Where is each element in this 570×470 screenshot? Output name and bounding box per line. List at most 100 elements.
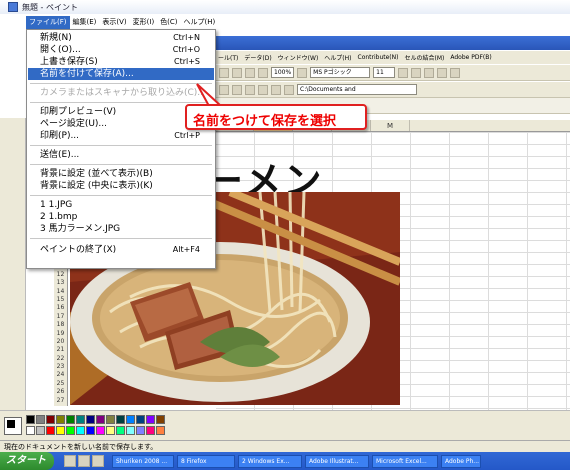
align-left-icon[interactable] bbox=[437, 67, 448, 78]
color-swatch[interactable] bbox=[86, 415, 95, 424]
color-swatch[interactable] bbox=[136, 426, 145, 435]
menu-item-new[interactable]: 新規(N) Ctrl+N bbox=[28, 32, 214, 44]
menu-item-label: ページ設定(U)... bbox=[40, 119, 108, 129]
color-swatch[interactable] bbox=[146, 426, 155, 435]
sort-asc-icon[interactable] bbox=[232, 67, 242, 78]
quicklaunch-icon[interactable] bbox=[64, 455, 76, 467]
color-swatch[interactable] bbox=[66, 426, 75, 435]
excel-title-bar bbox=[215, 36, 570, 50]
color-swatch[interactable] bbox=[46, 415, 55, 424]
help-icon[interactable] bbox=[297, 67, 308, 78]
taskbar-item[interactable]: 8 Firefox bbox=[177, 454, 235, 468]
bold-icon[interactable] bbox=[398, 67, 409, 78]
menu-item-label: 開く(O)... bbox=[40, 45, 81, 55]
color-swatch[interactable] bbox=[66, 415, 75, 424]
menu-edit[interactable]: 編集(E) bbox=[70, 16, 100, 29]
quicklaunch-icon[interactable] bbox=[78, 455, 90, 467]
menu-item-recent-1[interactable]: 1 1.JPG bbox=[28, 199, 214, 211]
foreground-color bbox=[7, 420, 15, 428]
color-swatch[interactable] bbox=[76, 415, 85, 424]
menu-view[interactable]: 表示(V) bbox=[99, 16, 129, 29]
row-numbers: 10 11 12 13 14 15 16 17 18 19 20 21 22 2… bbox=[54, 254, 68, 406]
color-swatch[interactable] bbox=[56, 415, 65, 424]
taskbar-item[interactable]: Adobe Illustrat... bbox=[305, 454, 369, 468]
menu-item-recent-3[interactable]: 3 馬力ラーメン.JPG bbox=[28, 223, 214, 235]
color-swatch[interactable] bbox=[126, 426, 135, 435]
callout-text: 名前をつけて保存を選択 bbox=[193, 114, 337, 129]
color-swatch[interactable] bbox=[56, 426, 65, 435]
sum-icon[interactable] bbox=[219, 67, 229, 78]
color-swatch[interactable] bbox=[136, 415, 145, 424]
color-swatch[interactable] bbox=[26, 426, 35, 435]
start-button[interactable]: スタート bbox=[0, 452, 54, 470]
excel-menu-help[interactable]: ヘルプ(H) bbox=[321, 53, 354, 62]
quicklaunch-icon[interactable] bbox=[92, 455, 104, 467]
address-field[interactable]: C:\Documents and bbox=[297, 84, 417, 95]
taskbar-item[interactable]: Adobe Ph... bbox=[441, 454, 481, 468]
color-swatch[interactable] bbox=[36, 426, 45, 435]
font-name-select[interactable]: MS Pゴシック bbox=[310, 67, 371, 78]
menu-separator bbox=[30, 164, 212, 165]
color-swatch[interactable] bbox=[96, 426, 105, 435]
excel-menu-window[interactable]: ウィンドウ(W) bbox=[275, 53, 322, 62]
column-header-m[interactable]: M bbox=[371, 120, 410, 131]
color-swatch[interactable] bbox=[96, 415, 105, 424]
color-swatch[interactable] bbox=[156, 426, 165, 435]
color-swatch[interactable] bbox=[146, 415, 155, 424]
favorites-icon[interactable] bbox=[284, 84, 294, 95]
menu-image[interactable]: 変形(I) bbox=[130, 16, 158, 29]
underline-icon[interactable] bbox=[424, 67, 435, 78]
menu-item-exit[interactable]: ペイントの終了(X) Alt+F4 bbox=[28, 244, 214, 256]
chart-icon[interactable] bbox=[258, 67, 268, 78]
menu-item-label: 背景に設定 (並べて表示)(B) bbox=[40, 169, 153, 179]
excel-menu-merge-cells[interactable]: セルの結合(M) bbox=[401, 53, 447, 62]
excel-menu-contribute[interactable]: Contribute(N) bbox=[355, 54, 402, 61]
menu-item-set-wallpaper-tiled[interactable]: 背景に設定 (並べて表示)(B) bbox=[28, 168, 214, 180]
menu-item-send[interactable]: 送信(E)... bbox=[28, 149, 214, 161]
menu-item-open[interactable]: 開く(O)... Ctrl+O bbox=[28, 44, 214, 56]
color-swatch[interactable] bbox=[156, 415, 165, 424]
color-swatch[interactable] bbox=[126, 415, 135, 424]
color-swatch[interactable] bbox=[106, 415, 115, 424]
taskbar-item[interactable]: 2 Windows Ex... bbox=[238, 454, 302, 468]
color-swatch[interactable] bbox=[36, 415, 45, 424]
refresh-icon[interactable] bbox=[258, 84, 268, 95]
home-icon[interactable] bbox=[271, 84, 281, 95]
stop-icon[interactable] bbox=[245, 84, 255, 95]
forward-icon[interactable] bbox=[232, 84, 242, 95]
menu-item-label: 2 1.bmp bbox=[40, 212, 78, 222]
taskbar: スタート Shuriken 2008 ... 8 Firefox 2 Windo… bbox=[0, 452, 570, 470]
menu-separator bbox=[30, 83, 212, 84]
sort-desc-icon[interactable] bbox=[245, 67, 255, 78]
excel-menu-data[interactable]: データ(D) bbox=[241, 53, 274, 62]
color-swatch[interactable] bbox=[76, 426, 85, 435]
excel-menu-adobe-pdf[interactable]: Adobe PDF(B) bbox=[447, 54, 494, 61]
menu-item-save[interactable]: 上書き保存(S) Ctrl+S bbox=[28, 56, 214, 68]
font-size-select[interactable]: 11 bbox=[373, 67, 396, 78]
row-number: 19 bbox=[56, 329, 65, 337]
menu-help[interactable]: ヘルプ(H) bbox=[181, 16, 219, 29]
current-colors[interactable] bbox=[4, 417, 22, 435]
menu-item-label: 3 馬力ラーメン.JPG bbox=[40, 224, 121, 234]
color-swatch[interactable] bbox=[106, 426, 115, 435]
color-swatch[interactable] bbox=[116, 415, 125, 424]
menu-item-save-as[interactable]: 名前を付けて保存(A)... bbox=[28, 68, 214, 80]
color-swatch[interactable] bbox=[86, 426, 95, 435]
taskbar-item[interactable]: Microsoft Excel... bbox=[372, 454, 438, 468]
row-number: 25 bbox=[56, 379, 65, 387]
menu-item-recent-2[interactable]: 2 1.bmp bbox=[28, 211, 214, 223]
menu-item-print[interactable]: 印刷(P)... Ctrl+P bbox=[28, 130, 214, 142]
color-swatch[interactable] bbox=[26, 415, 35, 424]
align-center-icon[interactable] bbox=[450, 67, 461, 78]
excel-menu-tools[interactable]: ール(T) bbox=[215, 53, 241, 62]
zoom-select[interactable]: 100% bbox=[271, 67, 295, 78]
taskbar-item[interactable]: Shuriken 2008 ... bbox=[112, 454, 174, 468]
menu-item-set-wallpaper-centered[interactable]: 背景に設定 (中央に表示)(K) bbox=[28, 180, 214, 192]
menu-item-shortcut: Alt+F4 bbox=[172, 245, 200, 254]
menu-item-label: 印刷(P)... bbox=[40, 131, 80, 141]
color-swatch[interactable] bbox=[116, 426, 125, 435]
color-swatch[interactable] bbox=[46, 426, 55, 435]
italic-icon[interactable] bbox=[411, 67, 422, 78]
menu-colors[interactable]: 色(C) bbox=[157, 16, 180, 29]
menu-file[interactable]: ファイル(F) bbox=[26, 16, 70, 29]
